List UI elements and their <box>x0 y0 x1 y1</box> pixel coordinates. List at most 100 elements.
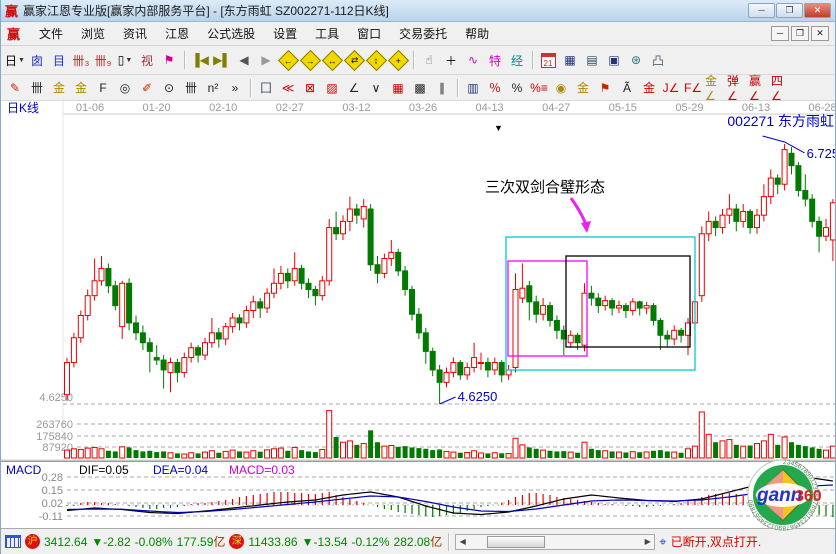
n2-button[interactable]: n² <box>202 77 224 98</box>
gann-box-button[interactable]: ⊠ <box>299 77 321 98</box>
macd-chart[interactable]: 0.280.150.02-0.11MACDDIF=0.05DEA=0.04MAC… <box>1 462 835 528</box>
save-button[interactable]: ▣ <box>603 50 625 71</box>
candle-style-button[interactable]: ▯▼ <box>114 50 136 71</box>
compress-horizontal-button[interactable]: ⇄ <box>343 50 365 71</box>
shift-right-button[interactable]: → <box>299 50 321 71</box>
menu-item-4[interactable]: 公式选股 <box>198 22 264 45</box>
macd-pane[interactable]: 0.280.150.02-0.11MACDDIF=0.05DEA=0.04MAC… <box>1 462 835 528</box>
scroll-left-icon[interactable]: ◀ <box>456 535 469 549</box>
si-angle-button[interactable]: 四∠ <box>770 77 792 98</box>
export-button[interactable]: ⊛ <box>625 50 647 71</box>
scroll-right-icon[interactable]: ▶ <box>641 535 654 549</box>
menu-item-8[interactable]: 交易委托 <box>390 22 456 45</box>
scroll-thumb[interactable] <box>487 536 545 548</box>
sh-market-icon[interactable]: 沪 <box>25 534 40 549</box>
expand-horizontal-button[interactable]: ↔ <box>321 50 343 71</box>
polyline-button[interactable]: ∨ <box>365 77 387 98</box>
price-grid2-button[interactable]: ▩ <box>409 77 431 98</box>
gold-circle-button[interactable]: ◉ <box>550 77 572 98</box>
calendar-button[interactable]: 21 <box>537 50 559 71</box>
child-control-1-button[interactable]: ❐ <box>791 26 809 41</box>
pan-hand-button[interactable]: ☝ <box>418 50 440 71</box>
chart-hscrollbar[interactable]: ◀ ▶ <box>455 534 655 550</box>
gold-red-button[interactable]: 金 <box>638 77 660 98</box>
gann-grid-button[interactable]: ▨ <box>321 77 343 98</box>
menu-item-7[interactable]: 窗口 <box>348 22 390 45</box>
menu-item-1[interactable]: 浏览 <box>72 22 114 45</box>
wave-button[interactable]: Ã <box>616 77 638 98</box>
prev-bar-button[interactable]: ◀ <box>233 50 255 71</box>
window-control-2-button[interactable]: ✕ <box>804 3 831 18</box>
menu-item-2[interactable]: 资讯 <box>114 22 156 45</box>
f-grid-button[interactable]: F <box>92 77 114 98</box>
parallel-button[interactable]: ∥ <box>431 77 453 98</box>
angle-line-icon: ∠ <box>349 81 360 95</box>
zoom-full-button[interactable]: + <box>387 50 409 71</box>
segment-draw-button[interactable]: ∿ <box>462 50 484 71</box>
info-panel-button[interactable]: 目 <box>48 50 70 71</box>
min3-kline-button[interactable]: 卌₃ <box>70 50 92 71</box>
more-tools-button[interactable]: » <box>224 77 246 98</box>
angle-line-button[interactable]: ∠ <box>343 77 365 98</box>
expand-vertical-button[interactable]: ↕ <box>365 50 387 71</box>
tan-angle-button[interactable]: 弹∠ <box>726 77 748 98</box>
crosshair-button[interactable]: ＋ <box>440 50 462 71</box>
print-button[interactable]: 凸 <box>647 50 669 71</box>
menu-item-0[interactable]: 文件 <box>30 22 72 45</box>
retrace-button[interactable]: %≡ <box>528 77 550 98</box>
f-angle-icon: F∠ <box>684 81 702 95</box>
report-view-button[interactable]: 视 <box>136 50 158 71</box>
column-stat-button[interactable]: ▥ <box>462 77 484 98</box>
connection-status[interactable]: 已断开,双点打开. <box>671 533 762 550</box>
kline-period-button[interactable]: 日▼ <box>4 50 26 71</box>
menu-item-9[interactable]: 帮助 <box>456 22 498 45</box>
calculator-button[interactable]: ▦ <box>559 50 581 71</box>
special-tool-button[interactable]: 特 <box>484 50 506 71</box>
gold-grid2-button[interactable]: 金 <box>70 77 92 98</box>
gold-grid-button[interactable]: 金 <box>48 77 70 98</box>
min9-kline-button[interactable]: 卌₉ <box>92 50 114 71</box>
svg-text:02-10: 02-10 <box>209 102 237 114</box>
app-logo-icon: 赢 <box>5 1 18 20</box>
draw-pen-button[interactable]: ✎ <box>4 77 26 98</box>
window-control-1-button[interactable]: ❐ <box>776 3 803 18</box>
candle-flag-button[interactable]: ⚑ <box>594 77 616 98</box>
connection-antenna-icon[interactable]: ⌖ <box>659 534 666 550</box>
svg-text:03-12: 03-12 <box>342 102 370 114</box>
shift-left-button[interactable]: ← <box>277 50 299 71</box>
first-bar-button[interactable]: ▐◀ <box>189 50 211 71</box>
ying-angle-button[interactable]: 赢∠ <box>748 77 770 98</box>
grid-tool-button[interactable]: 卌 <box>26 77 48 98</box>
notepad-button[interactable]: ▤ <box>581 50 603 71</box>
price-grid-button[interactable]: ▦ <box>387 77 409 98</box>
window-control-0-button[interactable]: ─ <box>748 3 775 18</box>
gold-line-button[interactable]: 金 <box>572 77 594 98</box>
percent-button[interactable]: % <box>506 77 528 98</box>
child-control-0-button[interactable]: ─ <box>771 26 789 41</box>
sz-market-icon[interactable]: 深 <box>229 534 244 549</box>
kline-chart-pane[interactable]: 01-0601-2002-1002-2703-1203-2604-1304-27… <box>1 101 835 459</box>
price-grid-icon: ▦ <box>392 81 403 95</box>
menu-item-5[interactable]: 设置 <box>264 22 306 45</box>
j-angle-button[interactable]: J∠ <box>660 77 682 98</box>
f-angle-button[interactable]: F∠ <box>682 77 704 98</box>
market-window-button[interactable]: 囱 <box>26 50 48 71</box>
spiral-button[interactable]: ◎ <box>114 77 136 98</box>
gold-angle-button[interactable]: 金∠ <box>704 77 726 98</box>
hash-button[interactable]: 卌 <box>180 77 202 98</box>
quote-grid-icon[interactable] <box>5 535 21 548</box>
time-cycle-button[interactable]: ⊙ <box>158 77 180 98</box>
title-bar[interactable]: 赢 赢家江恩专业版[赢家内部服务平台] - [东方雨虹 SZ002271-112… <box>1 0 835 22</box>
next-bar-button[interactable]: ▶ <box>255 50 277 71</box>
menu-item-3[interactable]: 江恩 <box>156 22 198 45</box>
box-tool-button[interactable]: 囗 <box>255 77 277 98</box>
kline-chart[interactable]: 01-0601-2002-1002-2703-1203-2604-1304-27… <box>1 101 835 459</box>
rocket-chart-button[interactable]: ✐ <box>136 77 158 98</box>
last-bar-button[interactable]: ▶▌ <box>211 50 233 71</box>
classic-tool-button[interactable]: 经 <box>506 50 528 71</box>
volume-flag-button[interactable]: ⚑ <box>158 50 180 71</box>
gann-fan-button[interactable]: ≪ <box>277 77 299 98</box>
menu-item-6[interactable]: 工具 <box>306 22 348 45</box>
child-control-2-button[interactable]: ✕ <box>811 26 829 41</box>
pct-line-button[interactable]: ％ <box>484 77 506 98</box>
